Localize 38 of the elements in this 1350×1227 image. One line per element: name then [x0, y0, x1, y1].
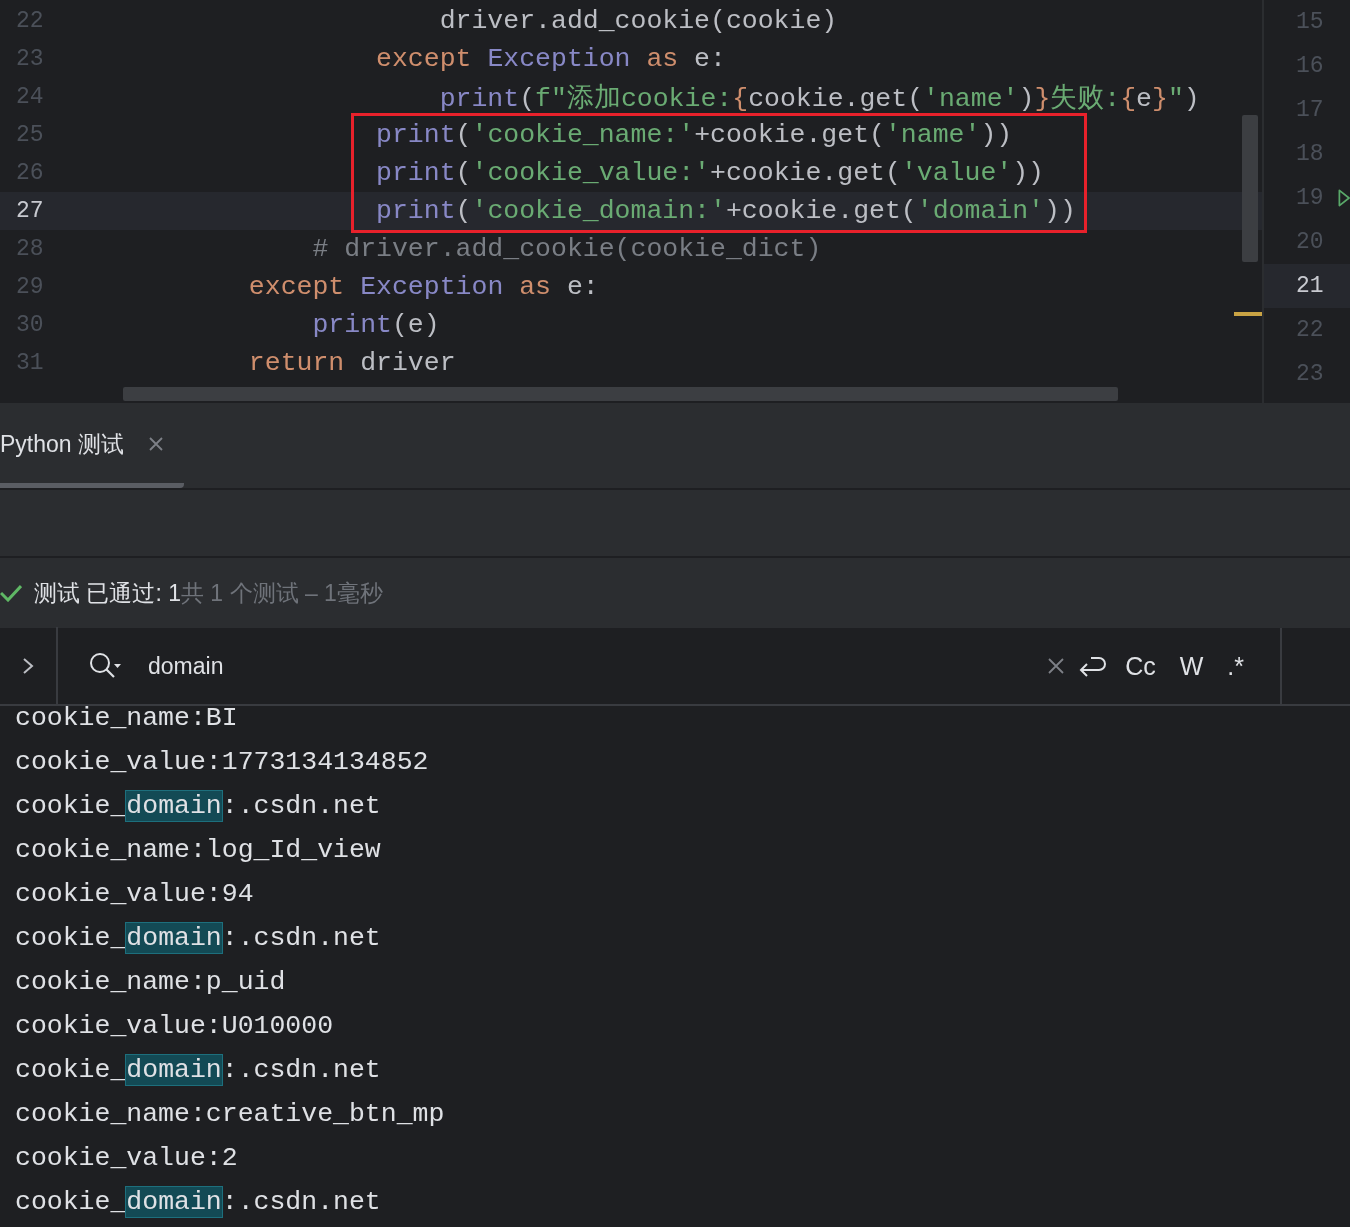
output-line: cookie_name:BI — [15, 702, 239, 735]
tests-summary-text: 共 1 个测试 – 1毫秒 — [180, 578, 383, 608]
output-line: cookie_domain:.csdn.net — [15, 1186, 382, 1219]
output-line: cookie_name:log_Id_view — [15, 834, 382, 867]
close-icon[interactable] — [148, 436, 164, 452]
code-line: print(e) — [311, 310, 440, 340]
output-line: cookie_name:p_uid — [15, 966, 287, 999]
search-option-button[interactable]: .* — [1221, 651, 1250, 681]
scrollbar-thumb[interactable] — [1242, 115, 1258, 262]
code-line: # driver.add_cookie(cookie_dict) — [311, 234, 822, 264]
output-line: cookie_name:creative_btn_mp — [15, 1098, 446, 1131]
search-option-button[interactable]: W — [1173, 651, 1210, 681]
code-line: except Exception as e: — [375, 44, 726, 74]
code-line: driver.add_cookie(cookie) — [438, 6, 838, 36]
line-number: 21 — [1296, 273, 1324, 299]
chevron-right-icon — [22, 657, 34, 675]
code-line: print('cookie_domain:'+cookie.get('domain')) — [375, 196, 1076, 226]
scrollbar-thumb[interactable] — [123, 387, 1118, 401]
search-input[interactable]: domain — [148, 652, 1048, 680]
tests-passed-text: 测试 已通过: 1 — [34, 578, 181, 608]
code-line: return driver — [247, 348, 456, 378]
output-line: cookie_value:U010000 — [15, 1010, 335, 1043]
code-line: print(f"添加cookie:{cookie.get('name')}失败:{e}") — [438, 82, 1200, 115]
output-line: cookie_domain:.csdn.net — [15, 922, 382, 955]
output-line: cookie_domain:.csdn.net — [15, 1054, 382, 1087]
code-line: print('cookie_value:'+cookie.get('value')) — [375, 158, 1044, 188]
clear-button[interactable] — [1047, 657, 1066, 675]
code-line: print('cookie_name:'+cookie.get('name')) — [375, 120, 1013, 150]
output-line: cookie_value:2 — [15, 1142, 239, 1175]
output-line: cookie_value:94 — [15, 878, 255, 911]
line-number: 27 — [15, 198, 45, 224]
code-line: except Exception as e: — [247, 272, 599, 302]
output-line: cookie_value:1773134134852 — [15, 746, 430, 779]
check-icon — [0, 584, 22, 602]
output-line: cookie_domain:.csdn.net — [15, 790, 382, 823]
warning-marker — [1234, 312, 1262, 316]
close-icon — [1047, 657, 1066, 675]
search-option-button[interactable]: Cc — [1119, 651, 1162, 681]
